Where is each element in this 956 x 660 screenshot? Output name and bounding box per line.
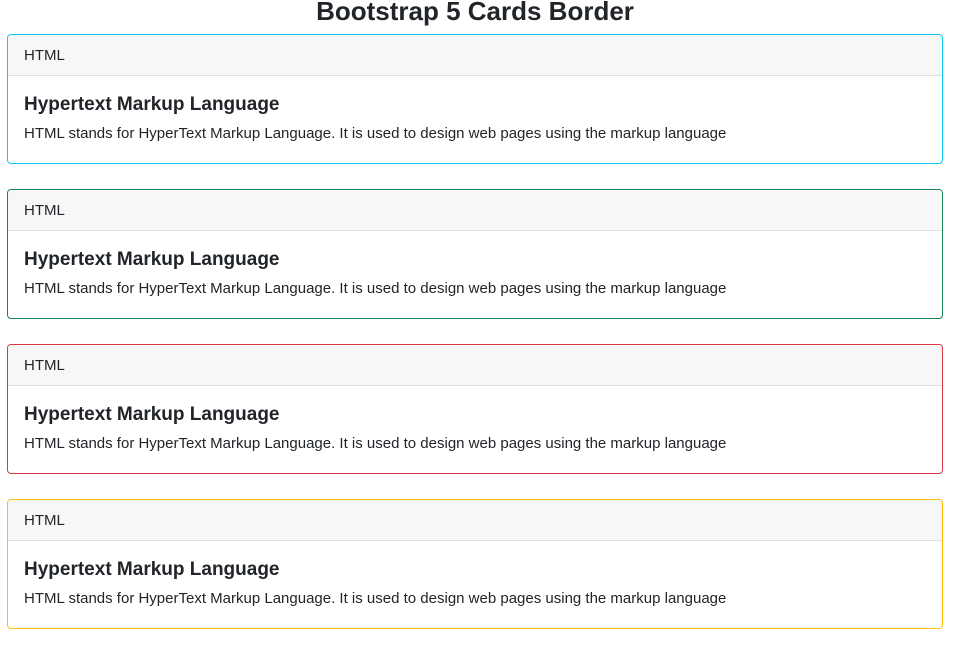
card-body: Hypertext Markup Language HTML stands fo… (8, 231, 942, 299)
card-text: HTML stands for HyperText Markup Languag… (24, 280, 727, 297)
card-title: Hypertext Markup Language (24, 404, 280, 425)
page-title: Bootstrap 5 Cards Border (316, 0, 634, 26)
card-text: HTML stands for HyperText Markup Languag… (24, 125, 727, 142)
card-body: Hypertext Markup Language HTML stands fo… (8, 76, 942, 144)
card-header: HTML (8, 345, 942, 386)
card-header: HTML (8, 500, 942, 541)
card-body: Hypertext Markup Language HTML stands fo… (8, 386, 942, 454)
card-danger: HTML Hypertext Markup Language HTML stan… (7, 344, 943, 474)
card-info: HTML Hypertext Markup Language HTML stan… (7, 34, 943, 164)
cards-container: HTML Hypertext Markup Language HTML stan… (7, 34, 943, 654)
card-warning: HTML Hypertext Markup Language HTML stan… (7, 499, 943, 629)
card-body: Hypertext Markup Language HTML stands fo… (8, 541, 942, 609)
card-text: HTML stands for HyperText Markup Languag… (24, 590, 727, 607)
card-text: HTML stands for HyperText Markup Languag… (24, 435, 727, 452)
card-title: Hypertext Markup Language (24, 94, 280, 115)
card-header: HTML (8, 35, 942, 76)
card-title: Hypertext Markup Language (24, 559, 280, 580)
card-success: HTML Hypertext Markup Language HTML stan… (7, 189, 943, 319)
card-header: HTML (8, 190, 942, 231)
card-title: Hypertext Markup Language (24, 249, 280, 270)
